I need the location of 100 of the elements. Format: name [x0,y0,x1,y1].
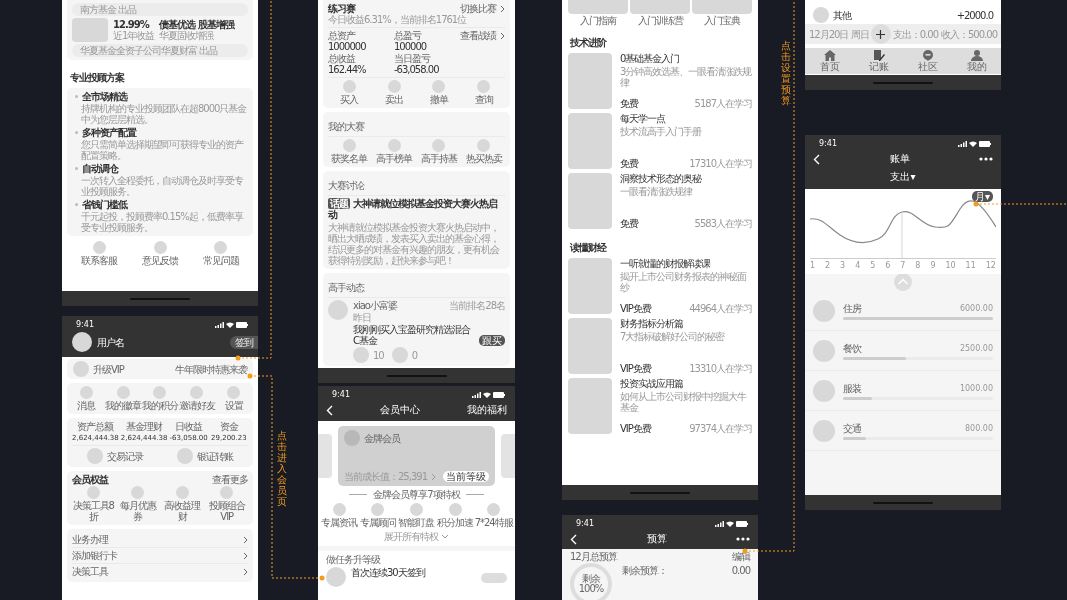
section-title: 专业投顾方案 [70,72,124,83]
shortcut-button[interactable]: 我的积分 [141,386,179,411]
shortcut-button[interactable]: 消息 [68,386,105,411]
axis-label: 2 [825,261,831,270]
shortcut-button[interactable]: 智能盯盘 [397,503,436,528]
course-title: 一听就懂的财报解读课 [620,258,711,269]
edit-link[interactable]: 编辑 [732,551,750,562]
home-indicator [873,81,933,84]
section-title: 大赛讨论 [328,180,364,191]
remaining-label: 剩余预算： [622,565,667,576]
shortcut-button[interactable]: 我的徽章 [104,386,142,411]
add-button[interactable] [870,24,891,44]
circle-icon [410,503,423,516]
more-icon[interactable] [736,537,750,541]
shortcut-button[interactable]: 高手持基 [417,139,461,164]
budget-ring: 剩余 100% [570,563,612,600]
home-indicator [130,297,190,300]
learner-count: 17310人在学习 [689,158,752,169]
stat-label: 基金理财 [125,421,164,432]
shortcut-button[interactable]: 获奖名单 [328,139,371,164]
shortcut-button[interactable]: 决策工具8折 [72,486,115,522]
plan-title: 自动调仓 [82,163,118,174]
shortcut-button[interactable]: 每月优惠券 [116,486,159,522]
tab-item[interactable]: 社区 [917,50,938,72]
guide-button[interactable]: 入门宝典 [692,0,752,26]
section-title: 我的大赛 [328,121,364,132]
shortcut-button[interactable]: 投顾组合VIP [205,486,248,522]
shortcut-button[interactable]: 专属资讯 [320,503,359,528]
day-expense: 支出：0.00 [892,28,938,40]
back-icon[interactable] [326,404,333,416]
shortcut-button[interactable]: 高收益理财 [161,486,204,522]
circle-icon [432,80,446,93]
stat-label: 日收益 [174,421,204,432]
shortcut-button[interactable]: 卖出 [372,80,416,105]
shortcut-button[interactable]: 联系客服 [70,241,129,266]
filter-dropdown[interactable]: 支出▾ [890,170,916,184]
axis-label: 3 [840,261,846,270]
sign-in-button[interactable]: 签到 [230,335,258,349]
records-link[interactable]: 查看战绩 [460,30,505,41]
more-icon[interactable] [979,157,993,161]
topic-headline[interactable]: 话题 大神请就位模拟基金投资大赛火热启动 [328,198,505,220]
more-link[interactable]: 查看更多 [212,474,248,485]
guide-button[interactable]: 入门指南 [568,0,628,26]
chevron-right-icon [431,472,436,481]
switch-link[interactable]: 切换比赛 [460,3,505,14]
guide-button[interactable]: 入门训练营 [630,0,690,26]
shortcut-button[interactable]: 邀请好友 [178,386,216,411]
circle-icon [371,503,385,516]
promo-link[interactable]: 牛年限时特惠来袭 [175,363,247,375]
shortcut-button[interactable]: 意见反馈 [130,241,190,266]
category-amount: 1000.00 [959,382,993,394]
tab-item[interactable]: 我的 [966,50,987,72]
screen-title: 账单 [889,152,910,166]
back-icon[interactable] [570,533,577,545]
task-icon [326,567,346,587]
section-title: 技术进阶 [570,37,606,48]
shortcut-button[interactable]: 专属顾问 [358,503,398,528]
menu-item[interactable]: 业务办理 [72,532,248,548]
plan-title: 省钱门槛低 [82,199,127,210]
back-icon[interactable] [813,153,820,165]
period-badge[interactable]: 月▾ [971,191,993,202]
stat-label: 当日盈亏 [394,53,432,64]
day-income: 收入：500.00 [941,28,997,40]
axis-label: 1 [810,261,816,270]
category-amount: 6000.00 [959,302,993,314]
circle-icon [391,347,408,363]
benefits-link[interactable]: 我的福利 [467,403,507,417]
circle-icon [332,503,346,516]
stat-label: 总收益 [328,53,357,64]
stat-label: 总资产 [328,30,357,41]
member-level: 金牌会员 [364,432,400,444]
signal-icon [472,391,481,398]
task-title: 首次连续30天签到 [351,567,425,578]
shortcut-button[interactable]: 撤单 [417,80,461,105]
tab-item[interactable]: 首页 [819,50,840,72]
plan-title: 全市场精选 [82,91,127,102]
link-button[interactable]: 银证转账 [177,448,233,464]
follow-badge[interactable]: 跟买 [479,335,505,346]
shortcut-button[interactable]: 积分加速 [435,503,475,528]
course-thumbnail [568,173,612,229]
shortcut-button[interactable]: 设置 [215,386,252,411]
link-button[interactable]: 交易记录 [87,448,143,464]
expand-link[interactable]: 展开所有特权 [384,531,449,542]
course-thumbnail [568,318,612,374]
shortcut-button[interactable]: 买入 [328,80,371,105]
shortcut-button[interactable]: 7*24特服 [474,503,513,528]
battery-icon [736,520,748,527]
circle-icon [73,361,89,377]
status-time: 9:41 [332,390,350,399]
shortcut-button[interactable]: 高手榜单 [372,139,416,164]
menu-item[interactable]: 决策工具 [72,564,248,579]
shortcut-button[interactable]: 常见问题 [191,241,250,266]
shortcut-button[interactable]: 查询 [462,80,505,105]
learner-count: 5187人在学习 [694,98,752,109]
remaining-value: 0.00 [731,565,750,576]
home-indicator [873,501,933,504]
shortcut-button[interactable]: 热买热卖 [462,139,505,164]
tab-item[interactable]: 记账 [868,50,889,72]
signal-icon [958,140,967,147]
menu-item[interactable]: 添加银行卡 [72,548,248,564]
